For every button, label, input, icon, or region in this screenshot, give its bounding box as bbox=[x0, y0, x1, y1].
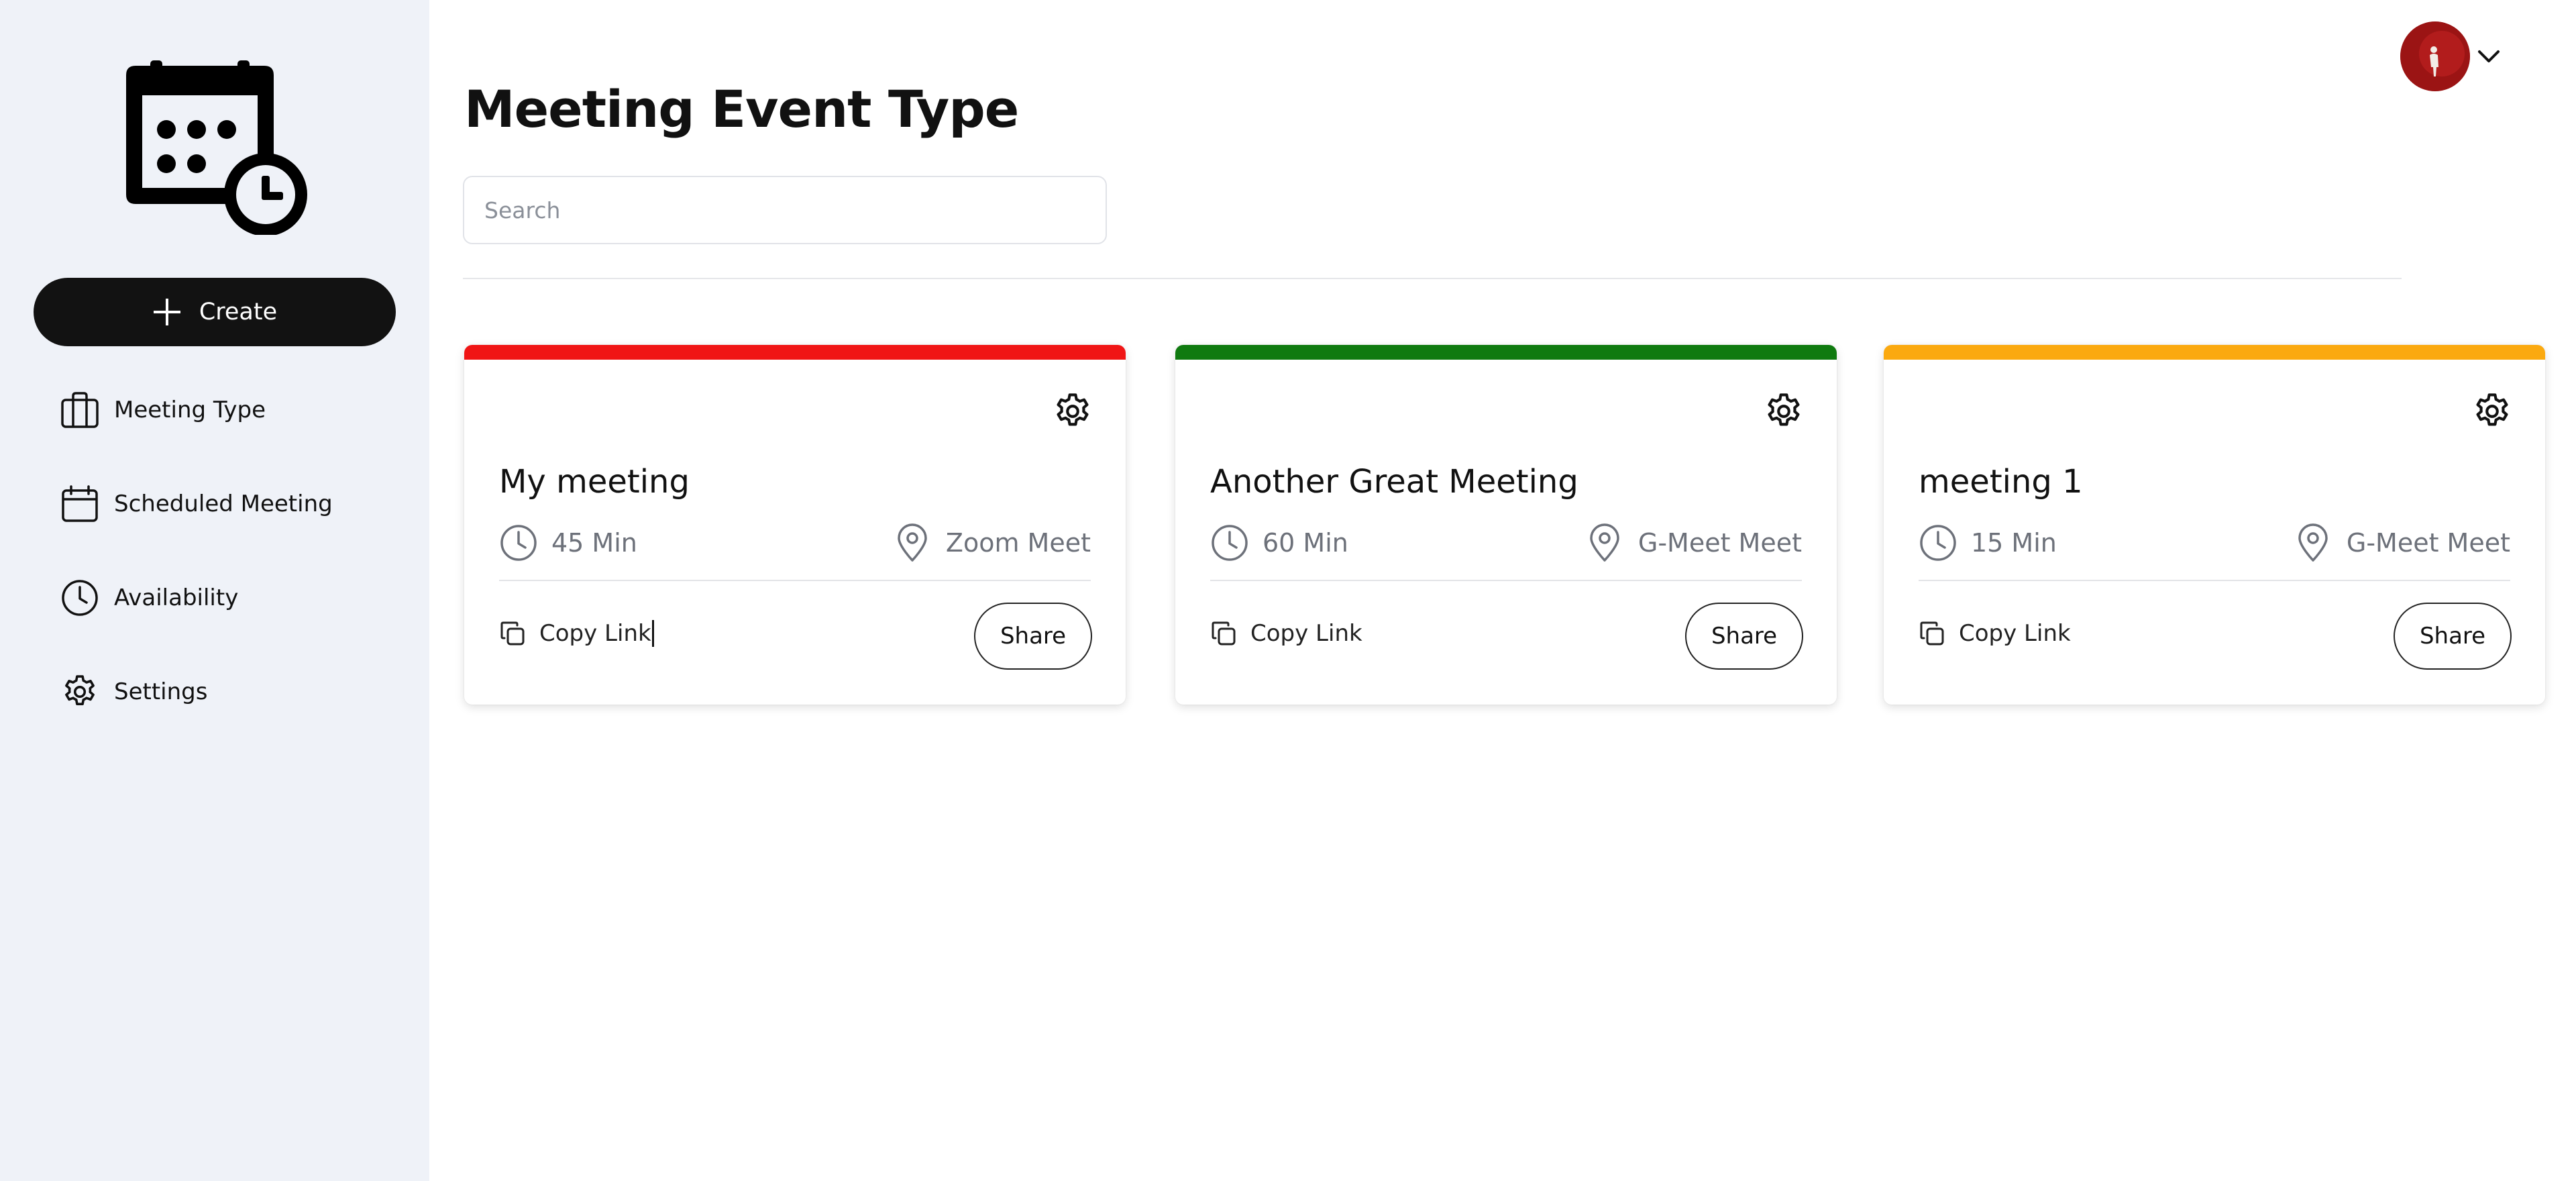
plus-icon bbox=[153, 299, 180, 325]
avatar-image-icon bbox=[2400, 21, 2470, 91]
sidebar: Create Meeting Type Scheduled Meeting Av… bbox=[0, 0, 429, 1181]
card-title: Another Great Meeting bbox=[1210, 463, 1578, 501]
location-text: G-Meet Meet bbox=[1638, 528, 1802, 558]
location-pin-icon bbox=[1590, 523, 1619, 562]
card-title: meeting 1 bbox=[1919, 463, 2083, 501]
location: G-Meet Meet bbox=[1586, 523, 1802, 562]
gear-icon[interactable] bbox=[1763, 391, 1805, 432]
sidebar-item-scheduled-meeting[interactable]: Scheduled Meeting bbox=[60, 478, 333, 530]
copy-icon bbox=[1920, 621, 1944, 646]
clock-icon bbox=[62, 580, 98, 616]
gear-icon[interactable] bbox=[1052, 391, 1093, 432]
gear-icon bbox=[65, 675, 95, 705]
location-pin-icon bbox=[898, 523, 927, 562]
sidebar-item-label: Meeting Type bbox=[114, 397, 266, 423]
share-button[interactable]: Share bbox=[2394, 603, 2512, 670]
create-button-label: Create bbox=[199, 299, 278, 325]
clock-icon bbox=[500, 525, 537, 561]
divider bbox=[463, 278, 2402, 279]
event-type-card: My meeting 45 Min Zoom Meet Copy Link Sh… bbox=[464, 345, 1126, 705]
duration-text: 15 Min bbox=[1971, 528, 2057, 558]
location: Zoom Meet bbox=[894, 523, 1091, 562]
copy-link-button[interactable]: Copy Link bbox=[1919, 620, 2071, 647]
share-button[interactable]: Share bbox=[1685, 603, 1803, 670]
sidebar-item-settings[interactable]: Settings bbox=[60, 666, 333, 718]
card-divider bbox=[499, 580, 1091, 581]
share-button[interactable]: Share bbox=[974, 603, 1092, 670]
location-text: G-Meet Meet bbox=[2346, 528, 2510, 558]
sidebar-item-label: Availability bbox=[114, 584, 239, 611]
create-button[interactable]: Create bbox=[34, 278, 396, 346]
event-type-card: Another Great Meeting 60 Min G-Meet Meet… bbox=[1175, 345, 1837, 705]
location-pin-icon bbox=[2298, 523, 2328, 562]
copy-link-label: Copy Link bbox=[1959, 620, 2071, 647]
copy-link-label: Copy Link bbox=[539, 620, 651, 647]
sidebar-item-label: Settings bbox=[114, 678, 208, 705]
page-title: Meeting Event Type bbox=[464, 79, 1019, 139]
copy-link-label: Copy Link bbox=[1250, 620, 1362, 647]
sidebar-item-availability[interactable]: Availability bbox=[60, 572, 333, 624]
card-divider bbox=[1210, 580, 1802, 581]
card-meta: 15 Min G-Meet Meet bbox=[1919, 521, 2510, 565]
card-divider bbox=[1919, 580, 2510, 581]
location: G-Meet Meet bbox=[2294, 523, 2510, 562]
gear-icon[interactable] bbox=[2471, 391, 2513, 432]
location-text: Zoom Meet bbox=[945, 528, 1091, 558]
sidebar-item-meeting-type[interactable]: Meeting Type bbox=[60, 384, 333, 436]
briefcase-icon bbox=[61, 392, 99, 428]
copy-link-button[interactable]: Copy Link bbox=[499, 620, 654, 647]
duration: 45 Min bbox=[499, 523, 637, 562]
sidebar-nav: Meeting Type Scheduled Meeting Availabil… bbox=[60, 384, 333, 760]
duration-text: 60 Min bbox=[1263, 528, 1348, 558]
copy-link-button[interactable]: Copy Link bbox=[1210, 620, 1362, 647]
event-type-card: meeting 1 15 Min G-Meet Meet Copy Link S… bbox=[1884, 345, 2545, 705]
card-title: My meeting bbox=[499, 463, 690, 501]
duration: 15 Min bbox=[1919, 523, 2057, 562]
duration: 60 Min bbox=[1210, 523, 1348, 562]
card-meta: 45 Min Zoom Meet bbox=[499, 521, 1091, 565]
copy-icon bbox=[500, 621, 525, 646]
avatar[interactable] bbox=[2400, 21, 2470, 91]
calendar-icon bbox=[62, 485, 98, 522]
card-accent-bar bbox=[1884, 345, 2545, 360]
sidebar-item-label: Scheduled Meeting bbox=[114, 491, 333, 517]
copy-icon bbox=[1212, 621, 1236, 646]
card-meta: 60 Min G-Meet Meet bbox=[1210, 521, 1802, 565]
clock-icon bbox=[1920, 525, 1956, 561]
text-cursor bbox=[651, 620, 654, 647]
calendar-clock-logo-icon bbox=[126, 60, 307, 236]
card-accent-bar bbox=[1175, 345, 1837, 360]
duration-text: 45 Min bbox=[551, 528, 637, 558]
search-input[interactable] bbox=[463, 176, 1107, 244]
card-accent-bar bbox=[464, 345, 1126, 360]
clock-icon bbox=[1212, 525, 1248, 561]
chevron-down-icon[interactable] bbox=[2474, 42, 2504, 71]
